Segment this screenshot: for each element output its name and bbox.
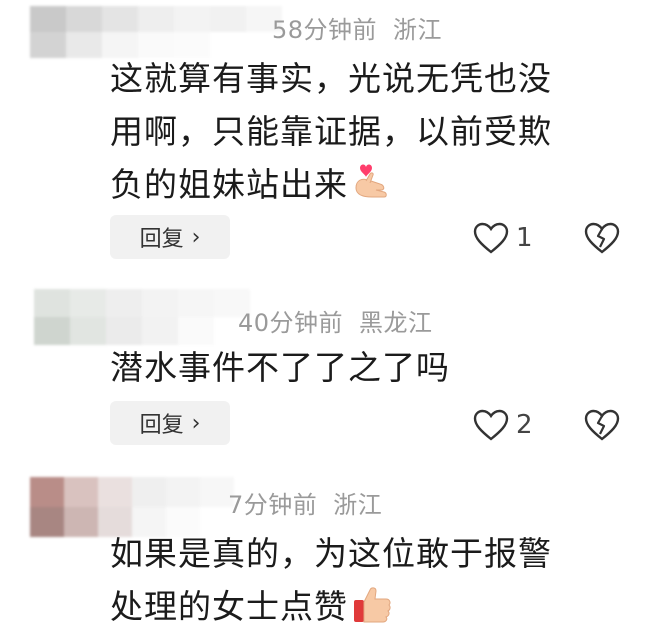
comment-time: 7分钟前	[228, 491, 318, 519]
comment-meta: 40分钟前 黑龙江	[238, 303, 433, 338]
thumbs-up-emoji	[350, 584, 394, 623]
comment-location: 浙江	[333, 491, 383, 519]
heart-hands-emoji	[350, 162, 394, 200]
comment-meta: 7分钟前 浙江	[228, 485, 382, 520]
blurred-avatar-username[interactable]	[30, 6, 282, 58]
chevron-right-icon: ›	[191, 410, 201, 436]
comment-text-line: 负的姐妹站出来	[110, 158, 650, 211]
broken-heart-icon	[584, 222, 620, 254]
broken-heart-icon	[584, 409, 620, 441]
chevron-right-icon: ›	[191, 224, 201, 250]
like-button[interactable]: 1	[472, 218, 533, 258]
comment-item: 58分钟前 浙江 这就算有事实，光说无凭也没 用啊，只能靠证据，以前受欺 负的姐妹…	[0, 0, 660, 285]
comment-item: 7分钟前 浙江 如果是真的，为这位敢于报警 处理的女士点赞	[0, 465, 660, 635]
reply-button[interactable]: 回复 ›	[110, 215, 230, 259]
comment-time: 40分钟前	[238, 309, 344, 337]
dislike-button[interactable]	[583, 405, 621, 445]
like-button[interactable]: 2	[472, 405, 533, 445]
blurred-avatar-username[interactable]	[34, 289, 250, 345]
comment-text-line: 用啊，只能靠证据，以前受欺	[110, 112, 552, 151]
comment-time: 58分钟前	[272, 16, 378, 44]
comment-text-line: 潜水事件不了了之了吗	[110, 348, 450, 387]
comment-text-line: 这就算有事实，光说无凭也没	[110, 59, 552, 98]
dislike-button[interactable]	[583, 218, 621, 258]
comment-location: 黑龙江	[359, 309, 433, 337]
reply-button[interactable]: 回复 ›	[110, 401, 230, 445]
like-count: 1	[516, 223, 533, 253]
comment-meta: 58分钟前 浙江	[272, 10, 442, 45]
reply-label: 回复	[139, 413, 184, 438]
comment-text-line: 处理的女士点赞	[110, 580, 650, 633]
like-count: 2	[516, 410, 533, 440]
comment-text: 如果是真的，为这位敢于报警 处理的女士点赞	[110, 527, 650, 633]
comment-text-line: 如果是真的，为这位敢于报警	[110, 534, 552, 573]
comment-text: 这就算有事实，光说无凭也没 用啊，只能靠证据，以前受欺 负的姐妹站出来	[110, 52, 650, 211]
reply-label: 回复	[139, 227, 184, 252]
heart-outline-icon	[473, 222, 509, 254]
comment-text: 潜水事件不了了之了吗	[110, 341, 650, 394]
heart-outline-icon	[473, 409, 509, 441]
comment-location: 浙江	[393, 16, 443, 44]
comment-item: 40分钟前 黑龙江 潜水事件不了了之了吗 回复 › 2	[0, 285, 660, 465]
